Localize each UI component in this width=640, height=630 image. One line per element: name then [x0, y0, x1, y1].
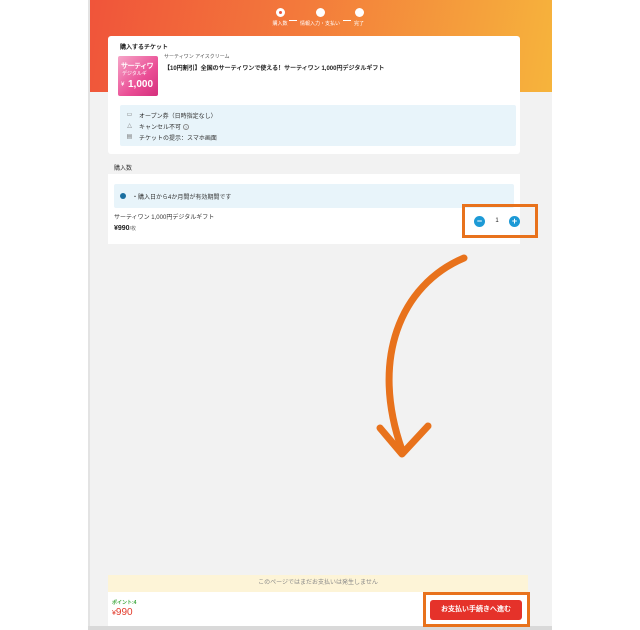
points-label: ポイント:4	[112, 600, 137, 606]
step-complete: 完了	[329, 8, 389, 27]
info-dot-icon	[120, 193, 126, 199]
no-charge-notice: このページではまだお支払いは発生しません	[108, 575, 528, 592]
warning-icon: △	[127, 123, 132, 129]
info-text: キャンセル不可	[139, 125, 182, 131]
pay-button-highlight-box	[423, 592, 530, 627]
quantity-card: ・購入日から4か月間が有効期間です サーティワン 1,000円デジタルギフト ¥…	[108, 174, 520, 244]
ticket-section-title: 購入するチケット	[120, 45, 169, 51]
price-unit: /枚	[129, 226, 136, 232]
item-name: サーティワン 1,000円デジタルギフト	[114, 215, 215, 221]
guide-arrow-icon	[376, 254, 468, 458]
thumbnail-amount: 1,000	[128, 79, 154, 90]
step-dot-active	[275, 8, 285, 17]
thumbnail-yen: ¥	[121, 82, 125, 88]
product-name[interactable]: 【10円割引】全国のサーティワンで使える！サーティワン 1,000円デジタルギフ…	[164, 63, 384, 72]
info-row-display: ▤ チケットの提示：スマホ画面	[126, 133, 217, 142]
app-frame: 購入数 情報入力・支払い 完了 購入するチケット サーティワ デジタルギ ¥ 1…	[88, 0, 552, 630]
validity-notice: ・購入日から4か月間が有効期間です	[114, 184, 514, 208]
frame-border	[88, 0, 90, 630]
quantity-section-title: 購入数	[114, 166, 133, 172]
product-thumbnail: サーティワ デジタルギ ¥ 1,000	[118, 56, 158, 96]
brand-name: サーティワン アイスクリーム	[164, 54, 230, 60]
step-dot	[354, 8, 364, 17]
document-icon: ▤	[126, 134, 133, 140]
item-price: ¥990/枚	[114, 225, 136, 232]
thumbnail-text: デジタルギ	[122, 71, 147, 77]
progress-stepper: 購入数 情報入力・支払い 完了	[88, 8, 552, 30]
ticket-info-box: ▭ オープン券（日時指定なし） △ キャンセル不可 ? ▤ チケットの提示：スマ…	[120, 105, 516, 146]
help-icon[interactable]: ?	[183, 123, 190, 130]
validity-text: ・購入日から4か月間が有効期間です	[132, 194, 232, 201]
step-dot	[315, 8, 325, 17]
step-label: 購入数	[272, 21, 288, 27]
calendar-icon: ▭	[126, 112, 133, 118]
info-row-cancel: △ キャンセル不可 ?	[126, 122, 190, 131]
ticket-card: 購入するチケット サーティワ デジタルギ ¥ 1,000 サーティワン アイスク…	[108, 36, 520, 154]
info-text: オープン券（日時指定なし）	[139, 114, 217, 120]
info-row-open-ticket: ▭ オープン券（日時指定なし）	[126, 111, 217, 120]
total-price: ¥990	[112, 607, 133, 618]
quantity-highlight-box	[462, 204, 538, 238]
total-value: 990	[115, 607, 133, 618]
info-text: チケットの提示：スマホ画面	[139, 136, 217, 142]
step-label: 完了	[353, 21, 364, 27]
price-value: ¥990	[114, 225, 130, 232]
